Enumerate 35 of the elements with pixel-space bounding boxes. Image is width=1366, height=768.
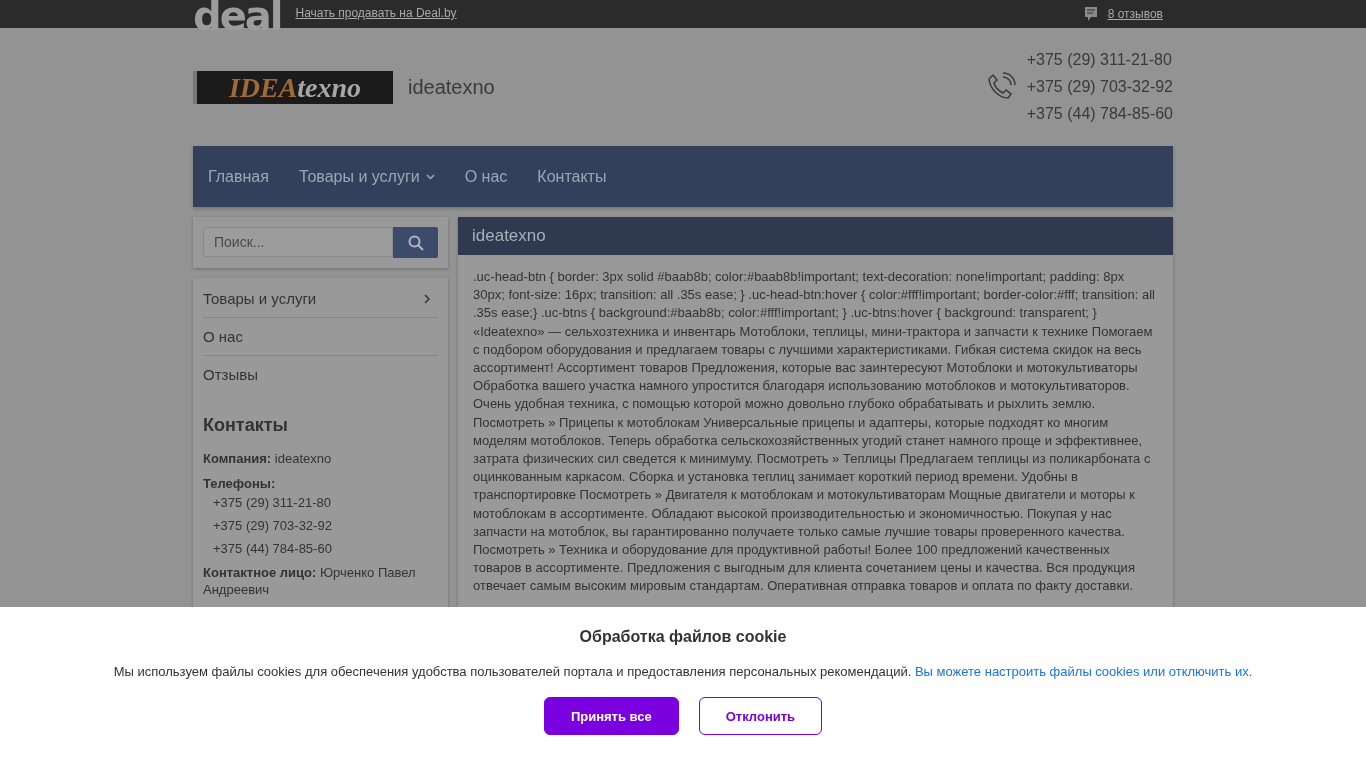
nav-link[interactable]: О нас [449, 146, 523, 207]
phone-number: +375 (44) 784-85-60 [212, 541, 333, 556]
chevron-right-icon [424, 293, 430, 304]
phone-number: +375 (29) 311-21-80 [212, 495, 332, 510]
accept-button[interactable]: Принять все [543, 697, 679, 735]
sidebar-menu-item[interactable]: Отзывы [203, 366, 438, 393]
sell-link[interactable]: Начать продавать на Deal.by [295, 6, 457, 20]
nav-link[interactable]: Контакты [522, 146, 622, 207]
phone-number: +375 (44) 784-85-60 [1026, 105, 1173, 123]
sidebar-menu-item[interactable]: О нас [203, 328, 438, 356]
nav-link[interactable]: Главная [193, 146, 284, 207]
company-name: ideatexno [408, 75, 495, 99]
search-field[interactable]: Поиск... [203, 227, 393, 257]
company-logo: IDEAtexno [193, 70, 393, 104]
phones-label: Телефоны: [203, 475, 277, 492]
decline-button[interactable]: Отклонить [698, 697, 823, 735]
search-button[interactable] [393, 227, 438, 258]
cookie-settings-link[interactable]: Вы можете настроить файлы cookies или отключить их. [914, 664, 1253, 679]
contact-person: Контактное лицо: Юрченко Павел Андреевич [203, 564, 417, 598]
phone-number: +375 (29) 311-21-80 [1026, 51, 1173, 69]
nav-link[interactable]: Товары и услуги [283, 146, 450, 207]
description-text: .uc-head-btn { border: 3px solid #baab8b; color:#baab8b!important; text-decoration: none!important; padding: 8px 30px; font-size: 16px; transition: all .35s ease; } .uc-head-btn:hover { color:#fff!important; border-color:#fff; transition: all .35s ease;} .uc-btns { background:#baab8b; color:#fff!important; } .uc-btns:hover { background: transparent; } «Ideatexno» — сельхозтехника и инвентарь Мотоблоки, теплицы, мини-трактора и запчасти к технике Помогаем с подбором оборудования и предлагаем товары с лучшими характеристиками. Гибкая система скидок на весь ассортимент! Ассортимент товаров Предложения, которые вас заинтересуют Мотоблоки и мотокультиваторы Обработка вашего участка намного упростится благодаря использованию мотоблоков и мотокультиваторов. Очень удобная техника, с помощью которой можно довольно глубоко обрабатывать и рыхлить землю. Посмотреть » Прицепы к мотоблокам Универсальные прицепы и адаптеры, которые подходят ко многим моделям мотоблоков. Теперь обработка сельскохозяйственных угодий станет намного проще и эффективнее, затрата физических сил сведется к минимуму. Посмотреть » Теплицы Предлагаем теплицы из поликарбоната с оцинкованным каркасом. Сборка и установка теплиц занимает короткий период времени. Удобны в транспортировке Посмотреть » Двигателя к мотоблокам и мотокультиваторам Мощные двигатели и моторы к мотоблокам в ассортименте. Обладают высокой производительностью и экономичностью. Покупая у нас запчасти на мотоблок, вы гарантированно получаете только самые лучшие товары проверенного качества. Посмотреть » Техника и оборудование для продуктивной работы! Более 100 предложений качественных товаров в ассортименте. Предложения с выгодным для клиента сочетанием цены и качества. Вся продукция отвечает самым высоким мировым стандартам. Оперативная отправка товаров и оплата по факту доставки. [472, 268, 1156, 596]
search-icon [407, 234, 424, 251]
phone-number: +375 (29) 703-32-92 [1026, 78, 1173, 96]
chevron-down-icon [425, 173, 435, 180]
panel-title: ideatexno [458, 217, 1173, 255]
phone-number: +375 (29) 703-32-92 [212, 518, 333, 533]
reviews-link[interactable]: 8 отзывов [1107, 7, 1163, 21]
cookie-text: Мы используем файлы cookies для обеспечения удобства пользователей портала и предоставления персональных рекомендаций. Вы можете настроить файлы cookies или отключить их. [113, 664, 1253, 679]
sidebar-menu-item[interactable]: Товары и услуги [203, 290, 438, 318]
contacts-heading: Контакты [203, 415, 289, 436]
site-logo[interactable]: deal [193, 0, 282, 34]
comment-icon [1083, 6, 1098, 22]
cookie-title: Обработка файлов cookie [579, 628, 787, 646]
company-info: Компания: ideatexno [203, 450, 333, 467]
